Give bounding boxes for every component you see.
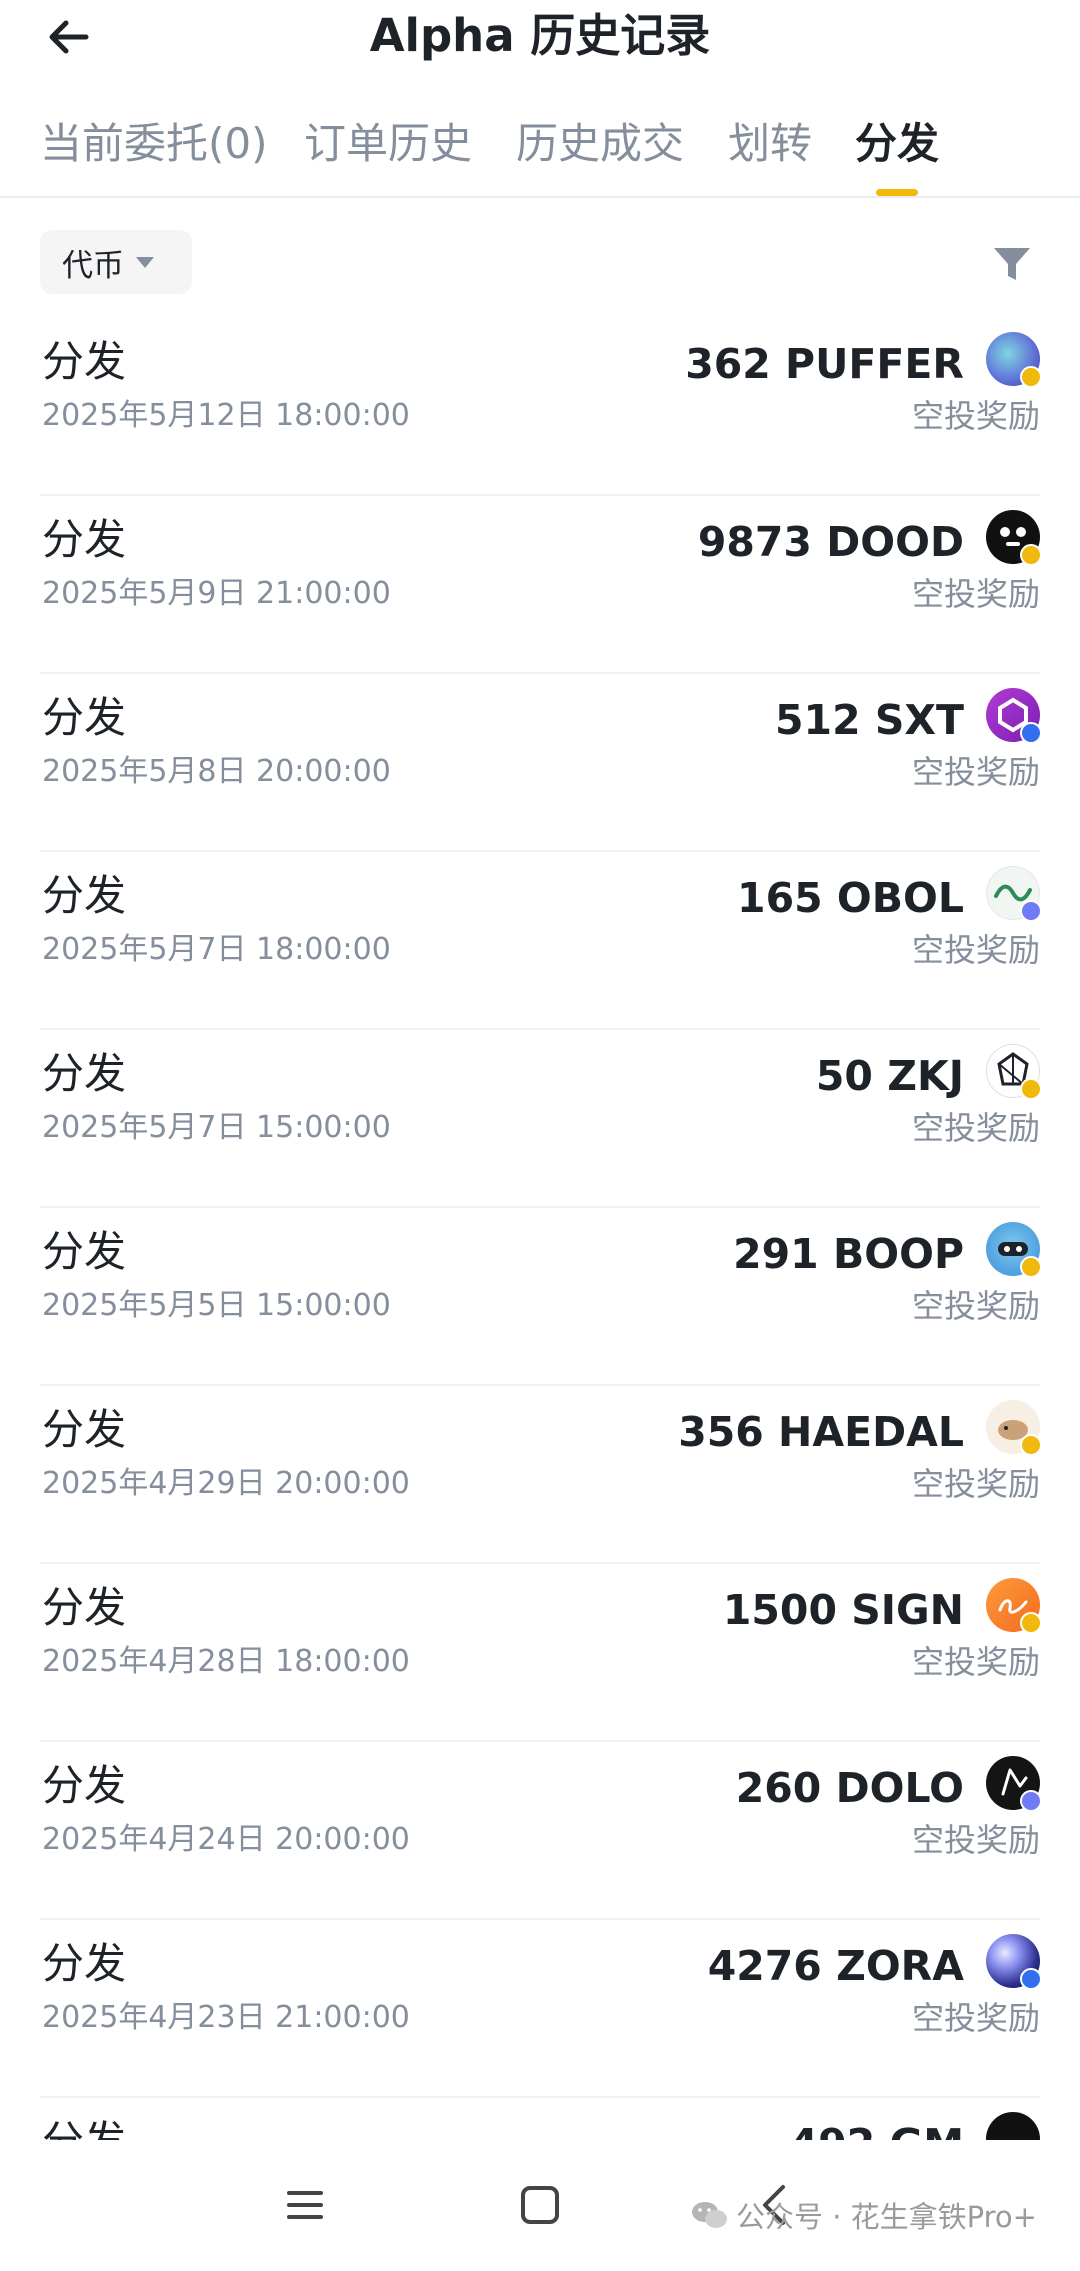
- record-amount: 512 SXT: [775, 696, 964, 744]
- home-button[interactable]: [505, 2170, 575, 2240]
- wechat-icon: [692, 2202, 727, 2228]
- record-label: 空投奖励: [911, 931, 1040, 969]
- record-label: 空投奖励: [911, 753, 1040, 791]
- filter-row: 代币: [0, 230, 1080, 296]
- distribution-list: 分发 2025年5月12日 18:00:00 362 PUFFER 空投奖励 分…: [0, 318, 1080, 2168]
- boop-token-icon: [986, 1222, 1042, 1278]
- record-date: 2025年4月29日 20:00:00: [42, 1466, 410, 1501]
- record-date: 2025年5月8日 20:00:00: [42, 754, 391, 789]
- record-type: 分发: [42, 1049, 127, 1098]
- record-label: 空投奖励: [911, 1465, 1040, 1503]
- record-label: 空投奖励: [911, 1109, 1040, 1147]
- dood-token-icon: [986, 510, 1042, 566]
- record-amount: 9873 DOOD: [697, 518, 964, 566]
- record-date: 2025年5月7日 15:00:00: [42, 1110, 391, 1145]
- system-navigation-bar: 公众号 · 花生拿铁Pro+: [0, 2140, 1080, 2271]
- list-item[interactable]: 分发 2025年5月8日 20:00:00 512 SXT 空投奖励: [40, 674, 1042, 852]
- list-item[interactable]: 分发 2025年5月7日 18:00:00 165 OBOL 空投奖励: [40, 852, 1042, 1030]
- record-type: 分发: [42, 1227, 127, 1276]
- watermark-text: 公众号 · 花生拿铁Pro+: [736, 2200, 1037, 2234]
- record-type: 分发: [42, 1761, 127, 1810]
- sxt-token-icon: [986, 688, 1042, 744]
- tab-trade-history[interactable]: 历史成交: [516, 116, 684, 172]
- record-amount: 362 PUFFER: [685, 340, 964, 388]
- record-amount: 50 ZKJ: [815, 1052, 964, 1100]
- page-title: Alpha 历史记录: [369, 9, 711, 62]
- record-type: 分发: [42, 693, 127, 742]
- record-label: 空投奖励: [911, 1821, 1040, 1859]
- record-date: 2025年4月24日 20:00:00: [42, 1822, 410, 1857]
- tab-transfer[interactable]: 划转: [728, 116, 812, 172]
- funnel-icon[interactable]: [990, 242, 1034, 286]
- record-label: 空投奖励: [911, 397, 1040, 435]
- haedal-token-icon: [986, 1400, 1042, 1456]
- tab-distribution[interactable]: 分发: [855, 116, 939, 172]
- tab-bar: 当前委托(0) 订单历史 历史成交 划转 分发: [0, 100, 1080, 198]
- record-type: 分发: [42, 337, 127, 386]
- list-item[interactable]: 分发 2025年4月24日 20:00:00 260 DOLO 空投奖励: [40, 1742, 1042, 1920]
- record-date: 2025年4月28日 18:00:00: [42, 1644, 410, 1679]
- sign-token-icon: [986, 1578, 1042, 1634]
- record-label: 空投奖励: [911, 1287, 1040, 1325]
- zora-token-icon: [986, 1934, 1042, 1990]
- coin-filter-dropdown[interactable]: 代币: [40, 230, 192, 294]
- record-label: 空投奖励: [911, 1643, 1040, 1681]
- header: Alpha 历史记录: [0, 0, 1080, 72]
- tab-current-orders[interactable]: 当前委托(0): [40, 116, 268, 172]
- square-home-icon: [521, 2186, 559, 2224]
- record-amount: 291 BOOP: [733, 1230, 964, 1278]
- record-type: 分发: [42, 515, 127, 564]
- puffer-token-icon: [986, 332, 1042, 388]
- record-date: 2025年5月5日 15:00:00: [42, 1288, 391, 1323]
- record-date: 2025年5月7日 18:00:00: [42, 932, 391, 967]
- caret-down-icon: [136, 256, 154, 268]
- watermark: 公众号 · 花生拿铁Pro+: [690, 2194, 1037, 2236]
- recent-apps-button[interactable]: [270, 2170, 340, 2240]
- list-item[interactable]: 分发 2025年4月29日 20:00:00 356 HAEDAL 空投奖励: [40, 1386, 1042, 1564]
- menu-icon: [287, 2191, 323, 2219]
- record-amount: 260 DOLO: [735, 1764, 964, 1812]
- record-type: 分发: [42, 1405, 127, 1454]
- record-date: 2025年5月12日 18:00:00: [42, 398, 410, 433]
- record-type: 分发: [42, 871, 127, 920]
- list-item[interactable]: 分发 2025年5月9日 21:00:00 9873 DOOD 空投奖励: [40, 496, 1042, 674]
- tab-order-history[interactable]: 订单历史: [304, 116, 472, 172]
- list-item[interactable]: 分发 2025年5月12日 18:00:00 362 PUFFER 空投奖励: [40, 318, 1042, 496]
- list-item[interactable]: 分发 2025年5月7日 15:00:00 50 ZKJ 空投奖励: [40, 1030, 1042, 1208]
- record-type: 分发: [42, 1939, 127, 1988]
- obol-token-icon: [986, 866, 1042, 922]
- record-type: 分发: [42, 1583, 127, 1632]
- record-amount: 4276 ZORA: [707, 1942, 964, 1990]
- list-item[interactable]: 分发 2025年4月23日 21:00:00 4276 ZORA 空投奖励: [40, 1920, 1042, 2098]
- record-label: 空投奖励: [911, 575, 1040, 613]
- record-amount: 165 OBOL: [737, 874, 964, 922]
- record-label: 空投奖励: [911, 1999, 1040, 2037]
- list-item[interactable]: 分发 2025年5月5日 15:00:00 291 BOOP 空投奖励: [40, 1208, 1042, 1386]
- zkj-token-icon: [986, 1044, 1042, 1100]
- active-tab-indicator: [876, 189, 918, 196]
- record-date: 2025年5月9日 21:00:00: [42, 576, 391, 611]
- record-amount: 356 HAEDAL: [678, 1408, 964, 1456]
- dolo-token-icon: [986, 1756, 1042, 1812]
- list-item[interactable]: 分发 2025年4月28日 18:00:00 1500 SIGN 空投奖励: [40, 1564, 1042, 1742]
- record-amount: 1500 SIGN: [722, 1586, 964, 1634]
- record-date: 2025年4月23日 21:00:00: [42, 2000, 410, 2035]
- coin-filter-label: 代币: [62, 247, 124, 284]
